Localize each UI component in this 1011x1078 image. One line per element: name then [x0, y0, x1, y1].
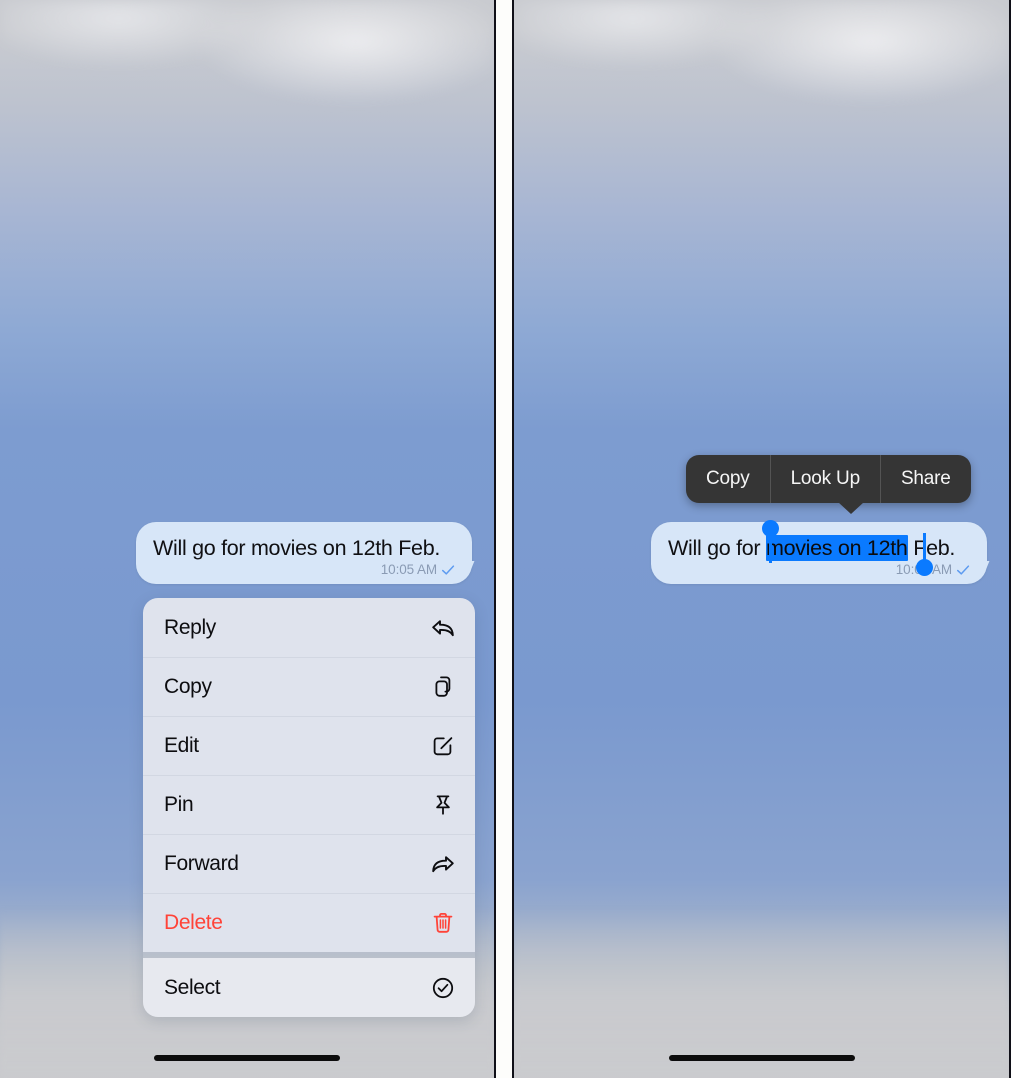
context-menu-group-primary: Reply Copy Edit Pin Forward Delete — [143, 598, 475, 952]
menu-item-forward[interactable]: Forward — [143, 834, 475, 893]
home-indicator — [154, 1055, 340, 1061]
trash-icon — [430, 910, 456, 936]
forward-arrow-icon — [430, 851, 456, 877]
selection-handle-start[interactable] — [762, 520, 779, 563]
menu-item-label: Forward — [164, 852, 239, 875]
selection-handle-end[interactable] — [916, 533, 933, 576]
context-menu-left: Reply Copy Edit Pin Forward Delete Selec… — [143, 598, 475, 1017]
message-text: Will go for movies on 12th Feb. — [153, 536, 441, 560]
menu-item-delete[interactable]: Delete — [143, 893, 475, 952]
menu-item-reply[interactable]: Reply — [143, 598, 475, 657]
copy-pages-icon — [430, 674, 456, 700]
callout-look-up-button[interactable]: Look Up — [769, 455, 880, 503]
callout-share-button[interactable]: Share — [879, 455, 971, 503]
background-floor-wash — [514, 908, 1009, 1078]
menu-item-label: Reply — [164, 615, 216, 639]
message-bubble-wrapper-left: Will go for movies on 12th Feb. 10:05 AM — [136, 522, 472, 584]
background-sky-wash — [514, 0, 1009, 230]
pencil-square-icon — [430, 733, 456, 759]
pushpin-icon — [430, 792, 456, 818]
phone-screenshot-right: Copy Look Up Share Will go for movies on… — [512, 0, 1011, 1078]
message-timestamp: 10:05 AM — [380, 562, 437, 577]
callout-pointer-arrow — [838, 502, 864, 514]
message-bubble-wrapper-right: Will go for movies on 12th Feb. 10:05 AM — [651, 520, 987, 584]
callout-copy-button[interactable]: Copy — [686, 455, 770, 503]
message-bubble[interactable]: Will go for movies on 12th Feb. 10:05 AM — [651, 520, 987, 584]
menu-item-label: Pin — [164, 793, 194, 816]
home-indicator — [668, 1055, 855, 1061]
menu-item-select[interactable]: Select — [143, 958, 475, 1017]
menu-item-copy[interactable]: Copy — [143, 657, 475, 716]
menu-item-edit[interactable]: Edit — [143, 716, 475, 775]
background-sky-wash — [0, 0, 494, 230]
checkmark-icon — [441, 563, 455, 577]
selection-handle-start-knob[interactable] — [762, 520, 779, 537]
message-meta: 10:05 AM — [153, 562, 455, 577]
menu-item-label: Edit — [164, 734, 199, 757]
context-menu-group-secondary: Select — [143, 958, 475, 1017]
message-text-before: Will go for — [668, 536, 766, 560]
menu-item-pin[interactable]: Pin — [143, 775, 475, 834]
message-bubble[interactable]: Will go for movies on 12th Feb. 10:05 AM — [136, 522, 472, 584]
selection-handle-end-knob[interactable] — [916, 559, 933, 576]
menu-item-label: Copy — [164, 675, 212, 698]
checkmark-icon — [956, 563, 970, 577]
bubble-tail-icon — [972, 561, 994, 583]
menu-item-label: Select — [164, 975, 221, 999]
check-circle-icon — [430, 975, 456, 1001]
reply-arrow-icon — [430, 615, 456, 641]
menu-item-label: Delete — [164, 911, 223, 934]
selected-text[interactable]: movies on 12th — [765, 535, 908, 561]
screenshot-stage: Will go for movies on 12th Feb. 10:05 AM… — [0, 0, 1011, 1078]
bubble-tail-icon — [457, 561, 479, 583]
text-selection-toolbar: Copy Look Up Share — [686, 455, 971, 514]
phone-screenshot-left: Will go for movies on 12th Feb. 10:05 AM… — [0, 0, 496, 1078]
message-text-after: Feb. — [907, 536, 956, 560]
